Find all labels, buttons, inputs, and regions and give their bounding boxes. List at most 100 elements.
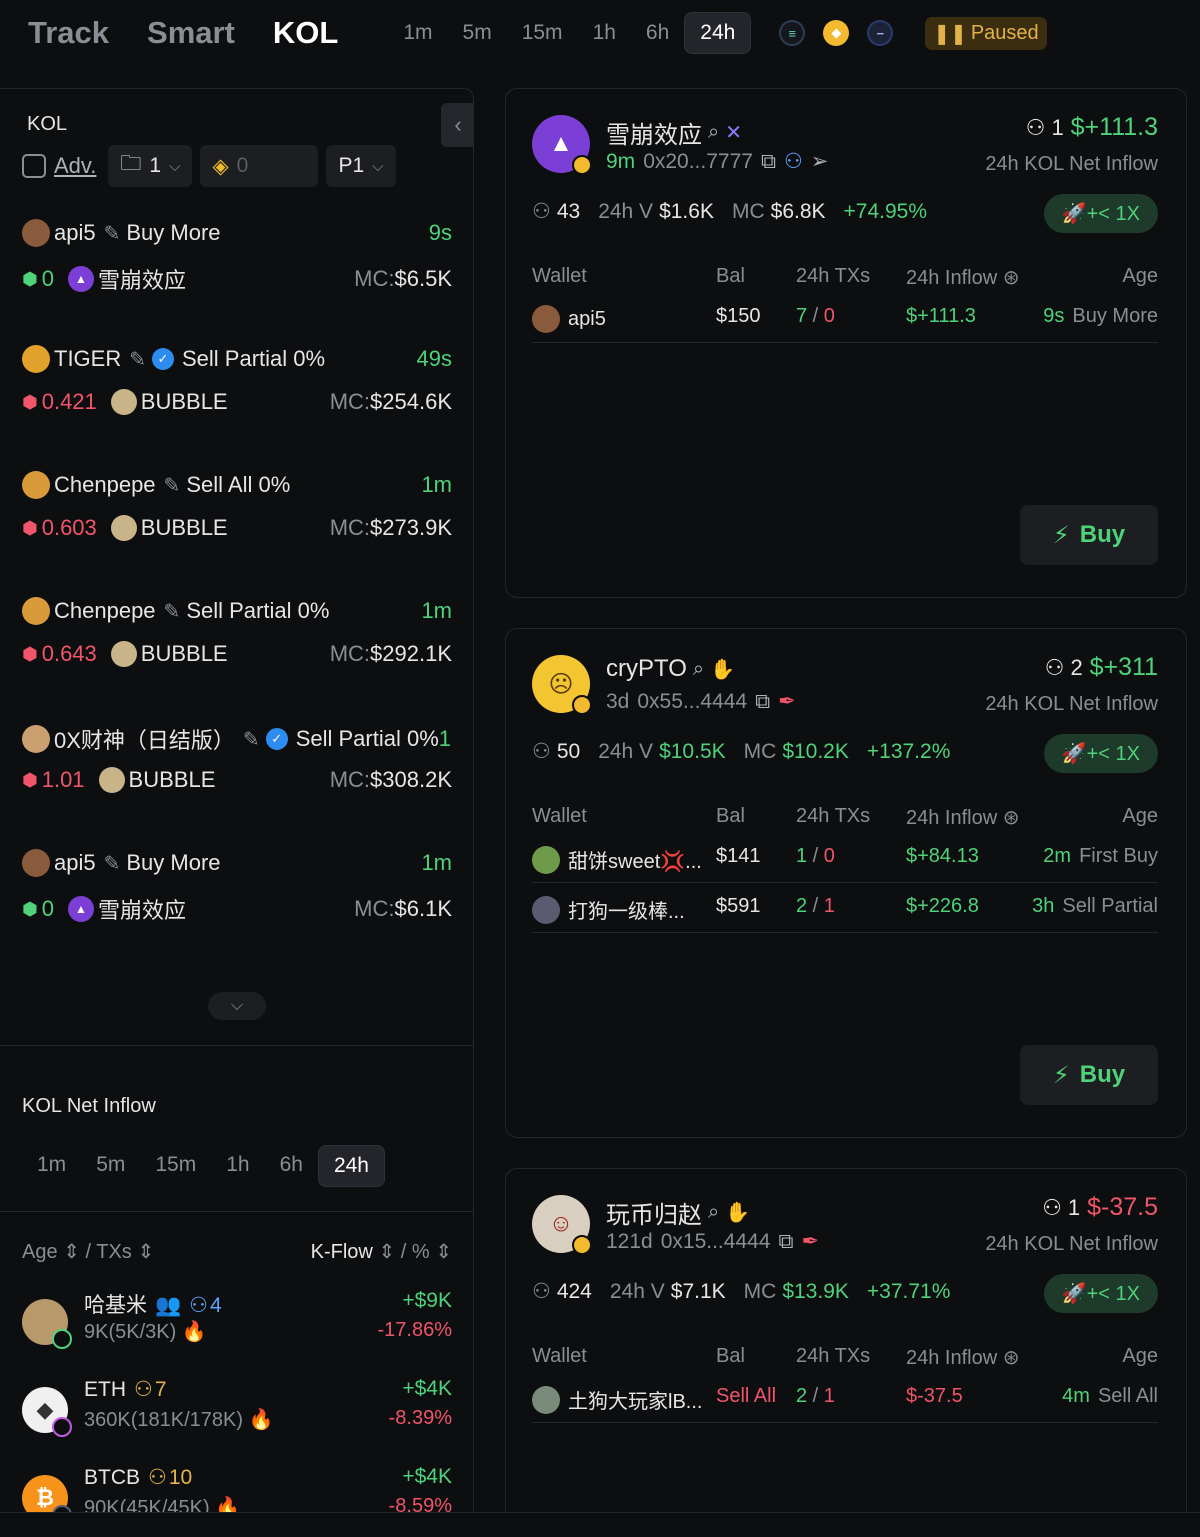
multiplier-badge[interactable]: 🚀+< 1X [1043, 1274, 1158, 1313]
copy-icon[interactable]: ⧉ [778, 1230, 793, 1254]
tab-track[interactable]: Track [28, 15, 109, 51]
user-icon[interactable]: ⚇ [784, 149, 803, 174]
telegram-icon[interactable]: ➢ [811, 149, 829, 174]
wallet-row[interactable]: api5 $150 7 / 0 $+111.3 9s Buy More [532, 293, 1158, 343]
token-name[interactable]: 雪崩效应 [98, 893, 186, 925]
token-name[interactable]: BUBBLE [141, 515, 228, 541]
sort-icon: ⇕ [131, 1241, 155, 1263]
trade-amount: 0.603 [41, 515, 97, 540]
token-card[interactable]: ☺ 玩币归赵 ⌕ ✋ 121d 0x15...4444 ⧉ ✒ ⚇ 1 $-37… [505, 1168, 1187, 1537]
kol-name[interactable]: Chenpepe [54, 598, 156, 624]
edit-icon[interactable]: ✎ [164, 599, 181, 624]
feed-item[interactable]: Chenpepe ✎ Sell Partial 0% 1m ⬢ 0.643 BU… [22, 597, 452, 697]
inflow-timeframe-15m[interactable]: 15m [140, 1145, 211, 1187]
kol-avatar [22, 471, 50, 499]
feed-item[interactable]: 0X财神（日结版） ✎ ✓ Sell Partial 0% 1 ⬢ 1.01 B… [22, 723, 452, 823]
sort-age[interactable]: Age [22, 1241, 58, 1263]
token-card[interactable]: ☹ cryPTO ⌕ ✋ 3d 0x55...4444 ⧉ ✒ ⚇ 2 $+31… [505, 628, 1187, 1138]
token-name[interactable]: BUBBLE [141, 641, 228, 667]
multiplier-badge[interactable]: 🚀+< 1X [1043, 734, 1158, 773]
copy-icon[interactable]: ⧉ [755, 690, 770, 714]
feed-item[interactable]: api5 ✎ Buy More 1m ⬢ 0 ▲ 雪崩效应 MC:$6.1K [22, 849, 452, 949]
collapse-panel-button[interactable]: ‹ [441, 103, 473, 147]
token-name[interactable]: cryPTO [606, 655, 687, 683]
timeframe-15m[interactable]: 15m [507, 13, 578, 53]
edit-icon[interactable]: ✎ [104, 221, 121, 246]
search-icon[interactable]: ⌕ [708, 121, 719, 144]
kol-name[interactable]: Chenpepe [54, 472, 156, 498]
token-name[interactable]: BUBBLE [129, 767, 216, 793]
solana-chain-icon[interactable]: ≡ [779, 20, 806, 46]
inflow-timeframe-1h[interactable]: 1h [211, 1145, 264, 1187]
kol-name[interactable]: api5 [54, 220, 96, 246]
page-select[interactable]: P1 ⌵ [326, 145, 396, 187]
kol-name[interactable]: api5 [54, 850, 96, 876]
token-name[interactable]: 雪崩效应 [98, 263, 186, 295]
wallet-row[interactable]: 甜饼sweet💢... $141 1 / 0 $+84.13 2m First B… [532, 833, 1158, 883]
timeframe-24h[interactable]: 24h [684, 12, 752, 54]
wallet-row[interactable]: 打狗一级棒... $591 2 / 1 $+226.8 3h Sell Parti… [532, 883, 1158, 933]
x-social-icon[interactable]: ✕ [725, 120, 742, 145]
adv-filter-link[interactable]: Adv. [54, 153, 96, 179]
wallet-row[interactable]: 土狗大玩家lB... Sell All 2 / 1 $-37.5 4m Sell … [532, 1373, 1158, 1423]
wallet-balance: Sell All [716, 1385, 777, 1407]
timeframe-5m[interactable]: 5m [448, 13, 507, 53]
adv-checkbox[interactable] [22, 154, 46, 178]
sort-txs[interactable]: TXs [96, 1241, 132, 1263]
search-icon[interactable]: ⌕ [693, 658, 704, 681]
search-icon[interactable]: ⌕ [708, 1201, 719, 1224]
bnb-cube-icon: ⬢ [22, 391, 38, 412]
edit-icon[interactable]: ✎ [243, 727, 260, 752]
chain-badge-icon [52, 1329, 72, 1349]
copy-icon[interactable]: ⧉ [761, 150, 776, 174]
tab-kol[interactable]: KOL [273, 15, 338, 51]
feed-item[interactable]: Chenpepe ✎ Sell All 0% 1m ⬢ 0.603 BUBBLE… [22, 471, 452, 571]
inflow-row[interactable]: 哈基米 👥 ⚇4 9K(5K/3K) 🔥 +$9K -17.86% [22, 1289, 452, 1359]
tab-smart[interactable]: Smart [147, 15, 235, 51]
wallet-avatar [532, 1385, 560, 1414]
timeframe-1h[interactable]: 1h [578, 13, 631, 53]
inflow-row[interactable]: ◆ ETH ⚇7 360K(181K/178K) 🔥 +$4K -8.39% [22, 1377, 452, 1447]
folder-select[interactable]: 🗀 1 ⌵ [108, 145, 193, 187]
timeframe-1m[interactable]: 1m [388, 13, 447, 53]
kol-icon: ⚇ [134, 1378, 153, 1401]
feed-item[interactable]: TIGER ✎ ✓ Sell Partial 0% 49s ⬢ 0.421 BU… [22, 345, 452, 445]
wallet-balance: $150 [716, 305, 761, 327]
token-card[interactable]: ▲ 雪崩效应 ⌕ ✕ 9m 0x20...7777 ⧉ ⚇ ➢ ⚇ 1 $+11… [505, 88, 1187, 598]
sort-pct[interactable]: % [412, 1241, 430, 1263]
inflow-timeframe-1m[interactable]: 1m [22, 1145, 81, 1187]
wallet-action: Buy More [1072, 305, 1158, 327]
hand-icon[interactable]: ✋ [725, 1200, 750, 1225]
inflow-timeframe-5m[interactable]: 5m [81, 1145, 140, 1187]
min-amount-input[interactable]: ◈ 0 [200, 145, 319, 187]
header-separator: / [400, 1241, 407, 1263]
paused-toggle[interactable]: ❚❚ Paused [925, 16, 1047, 50]
edit-icon[interactable]: ✎ [104, 851, 121, 876]
feather-icon[interactable]: ✒ [778, 689, 796, 714]
feather-icon[interactable]: ✒ [801, 1229, 819, 1254]
bnb-chain-icon[interactable]: ◆ [823, 20, 850, 46]
scroll-down-button[interactable]: ⌵ [208, 992, 266, 1020]
hand-icon[interactable]: ✋ [710, 657, 735, 682]
buy-button[interactable]: ⚡ Buy [1020, 505, 1158, 565]
token-name[interactable]: 雪崩效应 [606, 115, 702, 150]
timeframe-6h[interactable]: 6h [631, 13, 684, 53]
multiplier-badge[interactable]: 🚀+< 1X [1043, 194, 1158, 233]
inflow-timeframe-24h[interactable]: 24h [317, 1145, 385, 1187]
base-chain-icon[interactable]: − [867, 20, 894, 46]
feed-item[interactable]: api5 ✎ Buy More 9s ⬢ 0 ▲ 雪崩效应 MC:$6.5K [22, 219, 452, 319]
kol-name[interactable]: TIGER [54, 346, 121, 372]
edit-icon[interactable]: ✎ [129, 347, 146, 372]
holders-count: 424 [556, 1279, 592, 1303]
bnb-cube-icon: ⬢ [22, 643, 38, 664]
token-name[interactable]: 玩币归赵 [606, 1195, 702, 1230]
edit-icon[interactable]: ✎ [164, 473, 181, 498]
chevron-left-icon: ‹ [454, 112, 462, 137]
kol-name[interactable]: 0X财神（日结版） [54, 723, 235, 755]
inflow-timeframe-6h[interactable]: 6h [265, 1145, 318, 1187]
token-name[interactable]: BUBBLE [141, 389, 228, 415]
trade-action: Sell Partial 0% [186, 598, 330, 623]
sort-kflow[interactable]: K-Flow [311, 1241, 373, 1263]
inflow-timeframe-tabs: 1m 5m 15m 1h 6h 24h [22, 1145, 385, 1187]
buy-button[interactable]: ⚡ Buy [1020, 1045, 1158, 1105]
